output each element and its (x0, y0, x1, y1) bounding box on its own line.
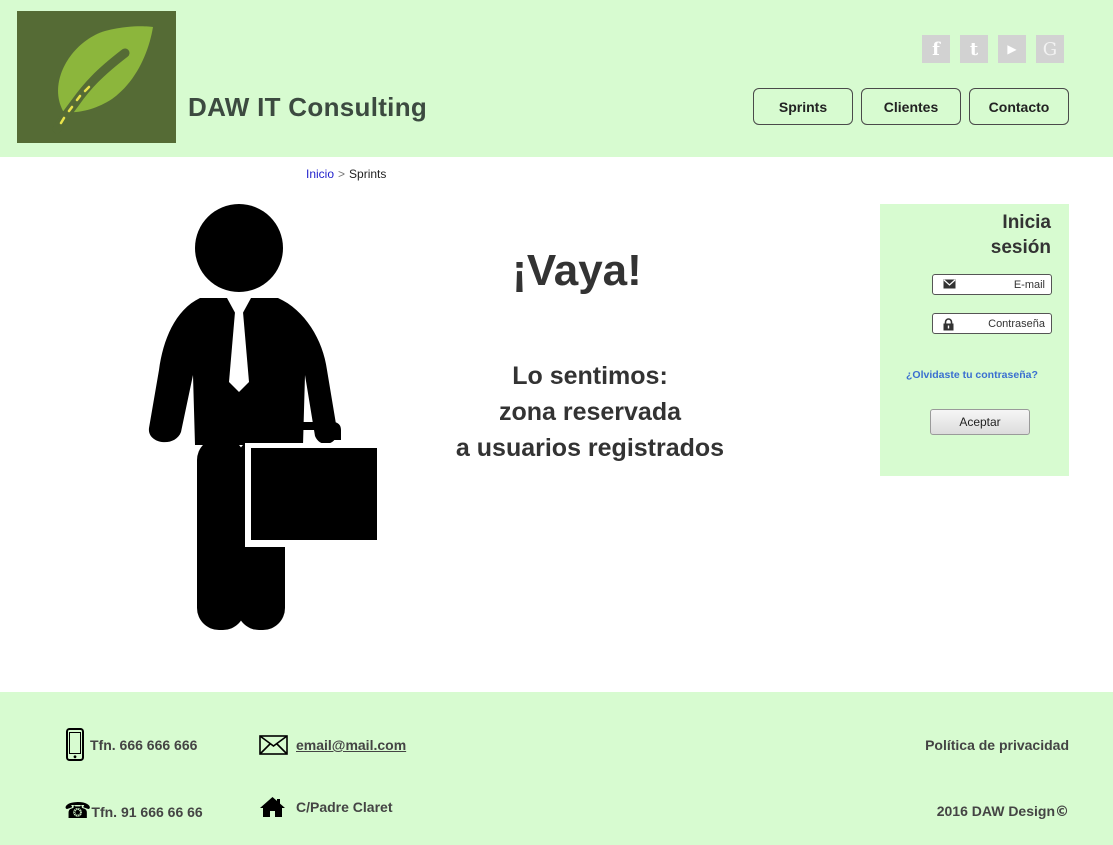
mobile-phone-icon (66, 728, 84, 761)
breadcrumb-home-link[interactable]: Inicio (306, 167, 334, 181)
social-links: f t ▶ G (922, 35, 1064, 63)
footer-landline: ☎ Tfn. 91 666 66 66 (64, 801, 203, 823)
login-panel: Inicia sesión ¿Olvidaste tu contraseña? … (880, 204, 1069, 476)
login-title-line: sesión (990, 237, 1051, 258)
nav-clientes-button[interactable]: Clientes (861, 88, 961, 125)
footer-email: email@mail.com (259, 735, 406, 755)
accept-button[interactable]: Aceptar (930, 409, 1030, 435)
telephone-icon: ☎ (64, 799, 92, 824)
page-heading: ¡Vaya! (512, 246, 642, 295)
landline-text: Tfn. 91 666 66 66 (91, 804, 203, 820)
nav-contacto-button[interactable]: Contacto (969, 88, 1069, 125)
breadcrumb: Inicio > Sprints (306, 167, 386, 181)
lock-icon (943, 318, 954, 331)
nav-sprints-button[interactable]: Sprints (753, 88, 853, 125)
leaf-road-logo (52, 26, 153, 134)
login-title: Inicia sesión (991, 210, 1051, 260)
footer-mobile: Tfn. 666 666 666 (66, 728, 197, 761)
site-footer: Tfn. 666 666 666 email@mail.com Política… (0, 692, 1113, 845)
main-nav: Sprints Clientes Contacto (753, 88, 1069, 125)
home-icon (260, 797, 285, 817)
businessman-with-briefcase-icon (145, 200, 385, 640)
message-line: Lo sentimos: (512, 362, 668, 390)
mobile-phone-text: Tfn. 666 666 666 (90, 736, 198, 753)
email-input[interactable] (961, 275, 1047, 294)
message-line: zona reservada (498, 398, 682, 426)
google-icon[interactable]: G (1036, 35, 1064, 63)
privacy-policy-link[interactable]: Política de privacidad (925, 737, 1069, 753)
site-header: DAW IT Consulting f t ▶ G Sprints Client… (0, 0, 1113, 157)
email-link[interactable]: email@mail.com (296, 737, 406, 753)
email-field[interactable] (932, 274, 1052, 295)
envelope-icon (943, 279, 956, 289)
copyright-text: 2016 DAW Design (936, 803, 1055, 819)
password-field[interactable] (932, 313, 1052, 334)
facebook-icon[interactable]: f (922, 35, 950, 63)
restricted-message: Lo sentimos: zona reservada a usuarios r… (400, 358, 780, 466)
password-input[interactable] (961, 314, 1047, 333)
site-title: DAW IT Consulting (188, 92, 428, 122)
forgot-password-link[interactable]: ¿Olvidaste tu contraseña? (906, 369, 1038, 381)
footer-address: C/Padre Claret (259, 796, 392, 818)
login-title-line: Inicia (1002, 212, 1051, 233)
breadcrumb-current: Sprints (349, 167, 387, 181)
envelope-icon (259, 735, 288, 755)
message-line: a usuarios registrados (455, 434, 725, 462)
twitter-icon[interactable]: t (960, 35, 988, 63)
address-text: C/Padre Claret (296, 799, 393, 815)
breadcrumb-separator: > (338, 167, 346, 181)
site-logo[interactable] (17, 11, 176, 143)
youtube-icon[interactable]: ▶ (998, 35, 1026, 63)
copyright-icon: © (1055, 804, 1069, 820)
copyright: 2016 DAW Design© (937, 803, 1069, 820)
